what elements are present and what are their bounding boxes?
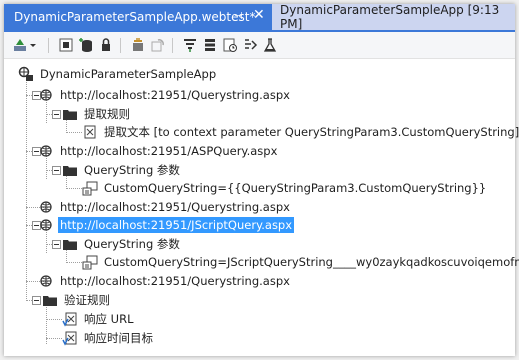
close-icon[interactable]: ✕ (253, 7, 265, 23)
generate-code-icon[interactable] (130, 37, 146, 53)
web-request-icon (40, 89, 52, 101)
tab-webtest-title: DynamicParameterSampleApp.webtest* (14, 10, 256, 24)
tree-request-label: http://localhost:21951/Querystring.aspx (60, 200, 290, 214)
tree-request-label: http://localhost:21951/Querystring.aspx (60, 88, 290, 102)
web-request-icon (40, 219, 52, 231)
request-tree: DynamicParameterSampleApp http://localho… (4, 59, 519, 356)
tree-rule-label: 提取文本 [to context parameter QueryStringPa… (104, 125, 519, 139)
tree-request-querystring[interactable]: http://localhost:21951/Querystring.aspx (38, 86, 292, 104)
tree-folder-extraction-rules[interactable]: 提取规则 (62, 105, 132, 123)
folder-icon (63, 240, 77, 250)
run-test-icon[interactable] (262, 37, 278, 53)
folder-icon (43, 296, 57, 306)
tree-line (26, 82, 27, 301)
tree-param-label: CustomQueryString=JScriptQueryString____… (104, 255, 519, 269)
toolbar-separator (120, 38, 121, 53)
tab-results[interactable]: DynamicParameterSampleApp [9:13 PM] (280, 3, 515, 31)
add-transaction-icon[interactable] (202, 37, 218, 53)
tree-folder-querystring-params[interactable]: QueryString 参数 (62, 161, 182, 179)
add-comment-icon[interactable] (222, 37, 238, 53)
collapse-toggle[interactable] (32, 296, 41, 305)
web-request-icon (40, 275, 52, 287)
tree-validation-rule[interactable]: 响应时间目标 (62, 329, 155, 347)
promote-parameters-icon[interactable] (182, 37, 198, 53)
tree-request-label: http://localhost:21951/Querystring.aspx (60, 274, 290, 288)
web-request-icon (40, 201, 52, 213)
tree-request-querystring[interactable]: http://localhost:21951/Querystring.aspx (38, 272, 292, 290)
tab-webtest[interactable]: DynamicParameterSampleApp.webtest* ⊣ ✕ (4, 4, 272, 30)
tree-querystring-param[interactable]: CustomQueryString=JScriptQueryString____… (82, 253, 519, 271)
record-icon[interactable] (58, 37, 74, 53)
querystring-parameter-icon (82, 255, 98, 270)
validation-rule-icon (62, 331, 77, 346)
tree-request-label: http://localhost:21951/ASPQuery.aspx (60, 144, 278, 158)
validation-rule-icon (62, 312, 77, 327)
collapse-toggle[interactable] (52, 166, 61, 175)
folder-icon (63, 110, 77, 120)
document-tab-bar: DynamicParameterSampleApp.webtest* ⊣ ✕ D… (4, 3, 515, 31)
toolbar (4, 32, 515, 59)
tree-querystring-param[interactable]: CustomQueryString={{QueryStringParam3.Cu… (82, 179, 488, 197)
tree-validation-rule[interactable]: 响应 URL (62, 310, 135, 328)
toolbar-separator (48, 38, 49, 53)
parameterize-icon[interactable] (150, 37, 166, 53)
tree-folder-label: 验证规则 (64, 293, 110, 307)
tree-rule-label: 响应 URL (84, 312, 134, 326)
tree-request-label: http://localhost:21951/JScriptQuery.aspx (58, 217, 295, 233)
folder-icon (63, 166, 77, 176)
tree-request-jscriptquery[interactable]: http://localhost:21951/JScriptQuery.aspx (38, 216, 295, 234)
tree-param-label: CustomQueryString={{QueryStringParam3.Cu… (104, 181, 487, 195)
tree-extraction-rule[interactable]: 提取文本 [to context parameter QueryStringPa… (82, 123, 519, 141)
pin-icon[interactable]: ⊣ (234, 11, 243, 22)
tree-request-aspquery[interactable]: http://localhost:21951/ASPQuery.aspx (38, 142, 279, 160)
extraction-rule-icon (84, 125, 96, 139)
tree-root-webtest[interactable]: DynamicParameterSampleApp (18, 65, 218, 83)
querystring-parameter-icon (82, 181, 98, 196)
add-request-icon[interactable] (12, 37, 28, 53)
tab-results-title: DynamicParameterSampleApp [9:13 PM] (280, 3, 500, 31)
webtest-editor-window: DynamicParameterSampleApp.webtest* ⊣ ✕ D… (4, 3, 519, 356)
tree-root-label: DynamicParameterSampleApp (40, 67, 217, 81)
tree-rule-label: 响应时间目标 (84, 331, 153, 345)
web-request-icon (40, 145, 52, 157)
tree-folder-label: QueryString 参数 (84, 163, 180, 177)
tree-request-querystring[interactable]: http://localhost:21951/Querystring.aspx (38, 198, 292, 216)
tree-folder-validation-rules[interactable]: 验证规则 (42, 291, 112, 309)
toolbar-separator (172, 38, 173, 53)
dropdown-arrow-icon[interactable] (28, 37, 38, 53)
collapse-toggle[interactable] (52, 110, 61, 119)
collapse-toggle[interactable] (52, 240, 61, 249)
tree-folder-label: QueryString 参数 (84, 237, 180, 251)
add-data-source-icon[interactable] (78, 37, 94, 53)
tree-folder-querystring-params[interactable]: QueryString 参数 (62, 235, 182, 253)
properties-icon[interactable] (242, 37, 258, 53)
set-credentials-icon[interactable] (98, 37, 114, 53)
webtest-icon (18, 66, 33, 81)
tree-folder-label: 提取规则 (84, 107, 130, 121)
